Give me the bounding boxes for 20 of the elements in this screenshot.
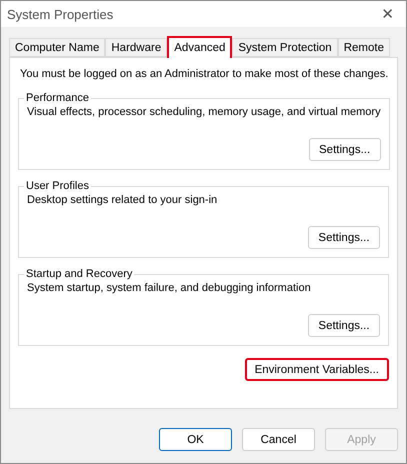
settings-button[interactable]: Settings... xyxy=(308,138,381,161)
tab[interactable]: Hardware xyxy=(105,38,168,57)
group-description: Desktop settings related to your sign-in xyxy=(27,194,218,206)
group-description: Visual effects, processor scheduling, memory usage, and virtual memory xyxy=(27,106,381,118)
tab[interactable]: Remote xyxy=(338,38,390,57)
tab[interactable]: Computer Name xyxy=(9,38,106,57)
tab[interactable]: Advanced xyxy=(167,36,232,58)
group-title: Startup and Recovery xyxy=(25,268,134,280)
close-button[interactable]: ✕ xyxy=(377,5,398,23)
settings-button[interactable]: Settings... xyxy=(308,314,380,337)
dialog-button[interactable]: OK xyxy=(159,428,232,451)
tab[interactable]: System Protection xyxy=(232,38,338,57)
notice-text: You must be logged on as an Administrator to make most of these changes. xyxy=(20,68,388,80)
group-description: System startup, system failure, and debugging information xyxy=(27,282,311,294)
group-title: User Profiles xyxy=(25,180,90,192)
environment-variables-button[interactable]: Environment Variables... xyxy=(244,358,389,381)
group-title: Performance xyxy=(25,92,90,104)
window-title: System Properties xyxy=(7,6,114,22)
dialog-button[interactable]: Cancel xyxy=(242,428,315,451)
settings-button[interactable]: Settings... xyxy=(308,226,380,249)
